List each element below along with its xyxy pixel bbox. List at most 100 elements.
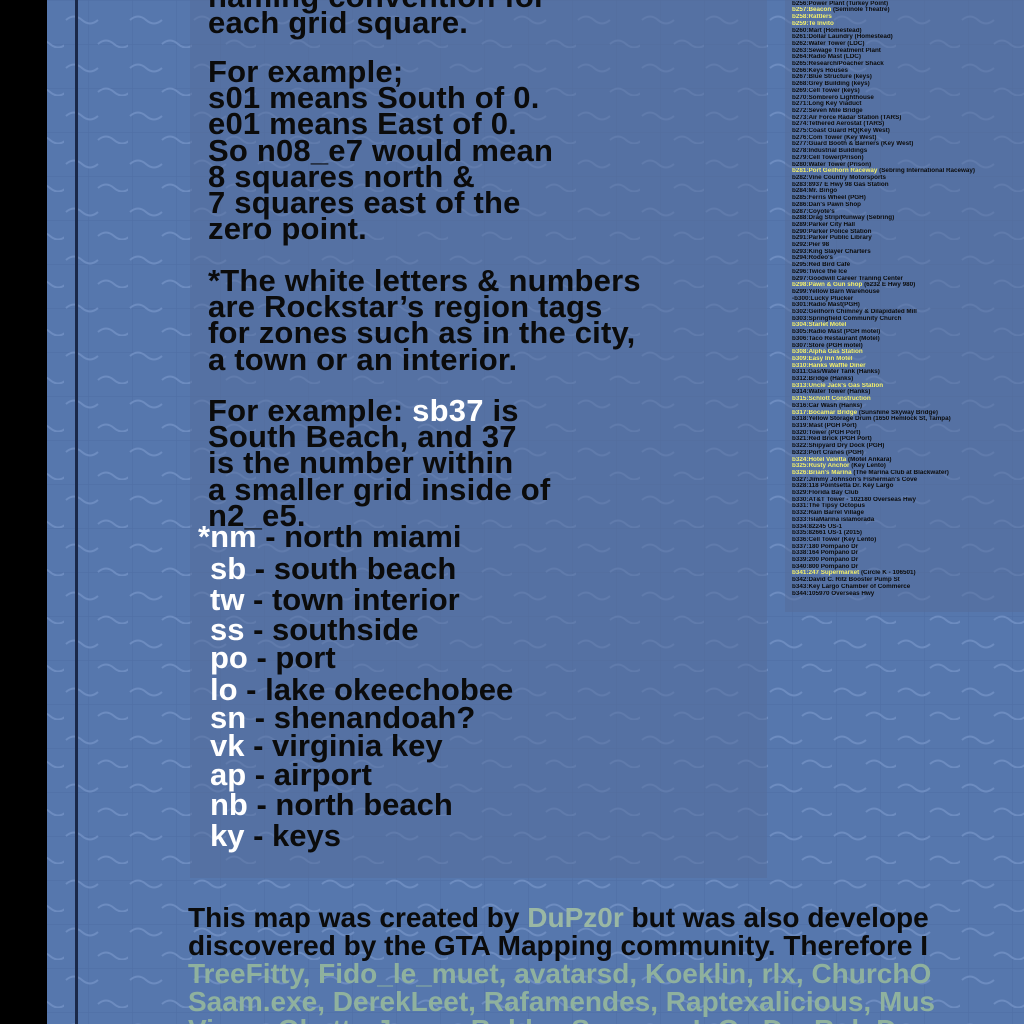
building-list-item: b329:Florida Bay Club	[792, 490, 1024, 497]
building-list-item: b310:Hanks Waffle Diner	[792, 363, 1024, 370]
building-list-item: b320:Tower (PGH Port)	[792, 430, 1024, 437]
building-list: b255:Bridge (Trailer 1 - 00:03)b256:Powe…	[792, 0, 1024, 597]
building-real-name: (Key Lento)	[849, 463, 886, 470]
building-list-item: b273:Air Force Radar Station (TARS)	[792, 115, 1024, 122]
note-line: a town or an interior.	[208, 341, 518, 377]
credits-names-line5: Vince, Ghetto Jesus, Bobby, Saveme, L.G.…	[188, 1014, 896, 1024]
credits-names-line4: Saam.exe, DerekLeet, Rafamendes, Raptexa…	[188, 986, 935, 1017]
region-code: ky	[210, 818, 245, 853]
building-list-item: b293:King Slayer Charters	[792, 249, 1024, 256]
legend-item: po - port	[210, 642, 336, 673]
building-entry: b343:Key Largo Chamber of Commerce	[792, 583, 911, 590]
building-entry: b336:Cell Tower (Key Lento)	[792, 536, 877, 543]
building-entry: b322:Shipyard Dry Dock (PGH)	[792, 443, 885, 450]
building-list-item: b322:Shipyard Dry Dock (PGH)	[792, 443, 1024, 450]
building-list-item: b274:Tethered Aerostat (TARS)	[792, 121, 1024, 128]
building-entry: b319:Mast (PGH Port)	[792, 423, 857, 429]
building-list-item: b344:105970 Overseas Hwy	[792, 591, 1024, 598]
building-entry: b335:82661 US-1 (2015)	[792, 530, 863, 537]
building-real-name: (Motel Ankara)	[846, 456, 892, 463]
building-list-item: b256:Power Plant (Turkey Point)	[792, 1, 1024, 8]
region-description: - south beach	[246, 551, 457, 586]
building-list-item: b304:Starlet Motel	[792, 322, 1024, 329]
building-entry: b289:Parker City Hall	[792, 221, 855, 228]
building-entry: b315:Schlott Construction	[792, 396, 871, 403]
building-list-item: b326:Brian's Marina (The Marina Club at …	[792, 470, 1024, 477]
building-list-item: b284:Mr. Bingo	[792, 188, 1024, 195]
building-entry: b291:Parker Public Library	[792, 235, 872, 242]
building-entry: b326:Brian's Marina	[792, 469, 852, 476]
building-entry: b344:105970 Overseas Hwy	[792, 590, 875, 597]
building-list-item: b275:Coast Guard HQ(Key West)	[792, 128, 1024, 135]
building-list-item: b265:Research/Poacher Shack	[792, 61, 1024, 68]
building-list-item: b281:Port Geilhorn Raceway (Sebring Inte…	[792, 168, 1024, 175]
building-list-item: b263:Sewage Treatment Plant	[792, 48, 1024, 55]
building-entry: b314:Water Tower (Hanks)	[792, 389, 871, 396]
building-entry: b272:Seven Mile Bridge	[792, 107, 863, 114]
building-entry: b258:Rattlers	[792, 14, 832, 21]
building-entry: b341:247 Supermarket	[792, 570, 860, 577]
building-entry: b264:Radio Mast (LDC)	[792, 54, 861, 61]
building-list-item: b295:Red Bird Café	[792, 262, 1024, 269]
building-entry: b305:Radio Mast (PGH motel)	[792, 329, 881, 336]
building-entry: b257:Beacon	[792, 7, 832, 14]
building-list-item: b262:Water Tower (LDC)	[792, 41, 1024, 48]
building-list-item: b288:Drag Strip/Runway (Sebring)	[792, 215, 1024, 222]
building-list-item: b299:Yellow Barn Warehouse	[792, 289, 1024, 296]
building-entry: b317:Bocamar Bridge	[792, 409, 858, 416]
building-list-item: b325:Rusty Anchor (Key Lento)	[792, 463, 1024, 470]
building-entry: b270:Sombrero Lighthouse	[792, 94, 874, 101]
building-real-name: (The Marina Club at Blackwater)	[851, 469, 949, 476]
building-list-item: -b300:Lucky Plucker	[792, 296, 1024, 303]
building-entry: b330:AT&T Tower - 102180 Overseas Hwy	[792, 496, 917, 503]
building-entry: b303:Springfield Community Church	[792, 315, 902, 322]
building-entry: b329:Florida Bay Club	[792, 490, 859, 497]
building-list-item: b270:Sombrero Lighthouse	[792, 95, 1024, 102]
building-list-item: b321:Red Brick (PGH Port)	[792, 436, 1024, 443]
building-entry: b304:Starlet Motel	[792, 322, 847, 329]
map-canvas: naming convention for each grid square. …	[0, 0, 1024, 1024]
credits-suffix: but was also develope	[623, 902, 929, 933]
example-line: zero point.	[208, 211, 367, 247]
left-black-border	[0, 0, 47, 1024]
building-list-item: b259:Te Invito	[792, 21, 1024, 28]
building-list-item: b271:Long Key Viaduct	[792, 101, 1024, 108]
region-description: - keys	[244, 818, 341, 853]
region-code: sb	[210, 551, 247, 586]
building-entry: b313:Uncle Jack's Gas Station	[792, 382, 884, 389]
region-description: - north beach	[247, 787, 453, 822]
building-entry: b283:8937 E Hwy 98 Gas Station	[792, 181, 889, 188]
building-list-item: b305:Radio Mast (PGH motel)	[792, 329, 1024, 336]
building-list-item: b257:Beacon (Seminole Theatre)	[792, 7, 1024, 14]
building-entry: b301:Radio Mast(PGH)	[792, 302, 860, 309]
building-entry: b292:Pier 98	[792, 242, 830, 249]
building-entry: b318:Yellow Storage Drum (1650 Hemlock S…	[792, 416, 951, 423]
building-entry: b340:800 Pompano Dr	[792, 563, 859, 570]
building-list-item: b331:The Tipsy Octopus	[792, 503, 1024, 510]
example-region-text: For example: sb37 is South Beach, and 37…	[208, 395, 550, 531]
building-entry: b312:Bridge (Hanks)	[792, 376, 854, 383]
building-entry: b302:Geilhorn Chimney & Dilapidated Mill	[792, 309, 917, 316]
region-description: - north miami	[256, 519, 462, 554]
building-entry: b267:Blue Structure (keys)	[792, 74, 872, 81]
building-entry: b342:David C. Ritz Booster Pump St	[792, 577, 900, 584]
building-list-item: b280:Water Tower (Prison)	[792, 162, 1024, 169]
building-list-item: b324:Hotel Valetta (Motel Ankara)	[792, 457, 1024, 464]
building-entry: b282:Vine Country Motorsports	[792, 174, 886, 181]
legend-item: *nm - north miami	[198, 519, 462, 554]
building-list-item: b301:Radio Mast(PGH)	[792, 302, 1024, 309]
region-tag-note: *The white letters & numbers are Rocksta…	[208, 265, 641, 375]
building-list-item: b269:Cell Tower (keys)	[792, 88, 1024, 95]
building-entry: b269:Cell Tower (keys)	[792, 87, 860, 94]
building-list-item: b289:Parker City Hall	[792, 222, 1024, 229]
building-list-item: b337:180 Pompano Dr	[792, 544, 1024, 551]
building-list-item: b296:Twice the Ice	[792, 269, 1024, 276]
building-entry: b328:118 Pointsetta Dr. Key Largo	[792, 483, 894, 490]
building-list-item: b330:AT&T Tower - 102180 Overseas Hwy	[792, 497, 1024, 504]
building-entry: b339:200 Pompano Dr	[792, 557, 859, 564]
building-list-item: b303:Springfield Community Church	[792, 316, 1024, 323]
credits-text: This map was created by DuPz0r but was a…	[188, 904, 935, 1024]
building-list-item: b327:Jimmy Johnson's Fisherman's Cove	[792, 477, 1024, 484]
building-list-item: b290:Parker Police Station	[792, 229, 1024, 236]
building-list-item: b333:IslaMarina islamorada	[792, 517, 1024, 524]
